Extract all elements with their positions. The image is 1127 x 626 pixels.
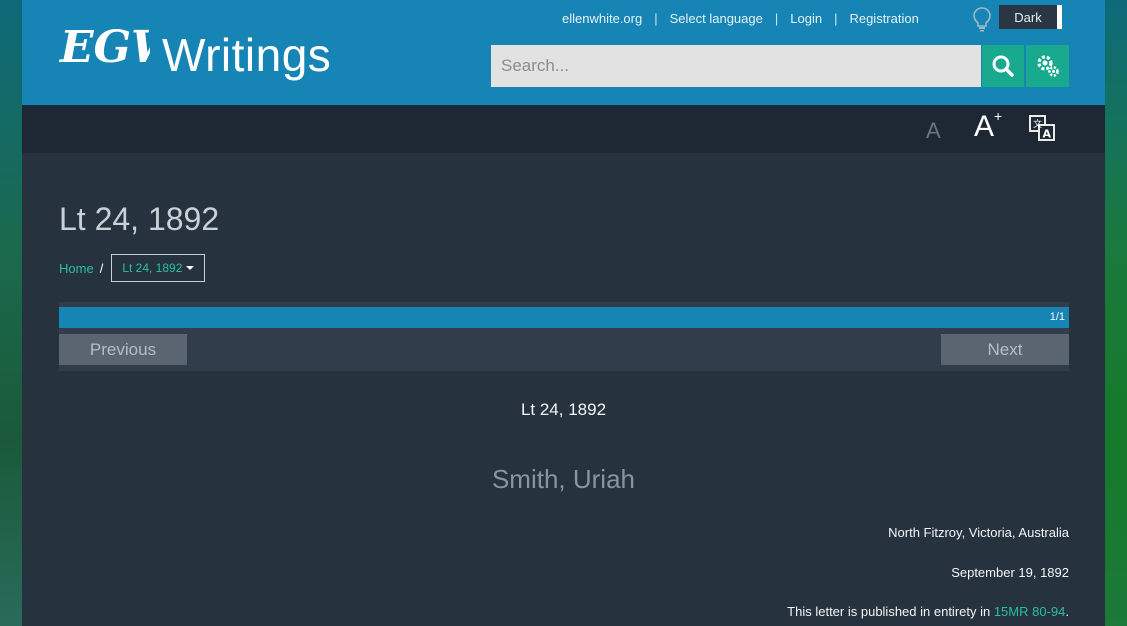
font-decrease-button[interactable]: A [926, 118, 941, 144]
page-count: 1/1 [1049, 311, 1065, 323]
gear-icon [1036, 55, 1059, 77]
svg-text:A: A [1043, 128, 1052, 141]
next-button[interactable]: Next [941, 334, 1069, 365]
page-title: Lt 24, 1892 [59, 201, 220, 237]
breadcrumb-current-label: Lt 24, 1892 [122, 261, 183, 275]
note-suffix: . [1065, 604, 1069, 619]
link-separator: | [774, 10, 779, 26]
link-select-language[interactable]: Select language [670, 11, 763, 26]
search-button[interactable] [982, 45, 1024, 87]
reading-progress-bar: 1/1 [59, 307, 1069, 328]
breadcrumb: Home / Lt 24, 1892 [59, 254, 206, 282]
lightbulb-icon[interactable] [972, 6, 992, 32]
document-date: September 19, 1892 [951, 565, 1069, 580]
font-increase-button[interactable]: A+ [974, 108, 1003, 144]
site-logo-text[interactable]: Writings [162, 28, 331, 82]
link-registration[interactable]: Registration [849, 11, 918, 26]
document-publication-note: This letter is published in entirety in … [787, 604, 1069, 619]
note-reference-link[interactable]: 15MR 80-94 [994, 604, 1066, 619]
breadcrumb-separator: / [99, 260, 104, 276]
caret-down-icon [186, 266, 195, 270]
theme-toggle-button[interactable]: Dark [999, 5, 1062, 29]
svg-text:EGW: EGW [58, 22, 150, 73]
note-prefix: This letter is published in entirety in [787, 604, 994, 619]
egw-logo-icon[interactable]: EGW [58, 14, 150, 78]
link-separator: | [834, 10, 838, 26]
top-links: ellenwhite.org | Select language | Login… [562, 9, 919, 27]
link-ellenwhite[interactable]: ellenwhite.org [562, 11, 642, 26]
document-title: Lt 24, 1892 [520, 400, 607, 419]
document-place: North Fitzroy, Victoria, Australia [888, 525, 1069, 540]
link-login[interactable]: Login [790, 11, 822, 26]
page-container: EGW Writings ellenwhite.org | Select lan… [22, 0, 1105, 626]
translate-icon[interactable]: 文 A [1028, 114, 1056, 142]
font-increase-label: A [974, 110, 995, 143]
link-separator: | [654, 10, 658, 26]
site-header: EGW Writings ellenwhite.org | Select lan… [22, 0, 1105, 105]
font-increase-plus: + [994, 108, 1003, 124]
search-icon [992, 55, 1014, 77]
breadcrumb-current-dropdown[interactable]: Lt 24, 1892 [111, 254, 206, 282]
search-input[interactable] [491, 45, 981, 87]
svg-text:文: 文 [1033, 118, 1042, 130]
reader-toolbar [22, 105, 1105, 153]
progress-fill [59, 307, 1069, 328]
settings-button[interactable] [1026, 45, 1069, 87]
breadcrumb-home-link[interactable]: Home [59, 261, 94, 276]
previous-button[interactable]: Previous [59, 334, 187, 365]
document-addressee: Smith, Uriah [491, 464, 636, 494]
